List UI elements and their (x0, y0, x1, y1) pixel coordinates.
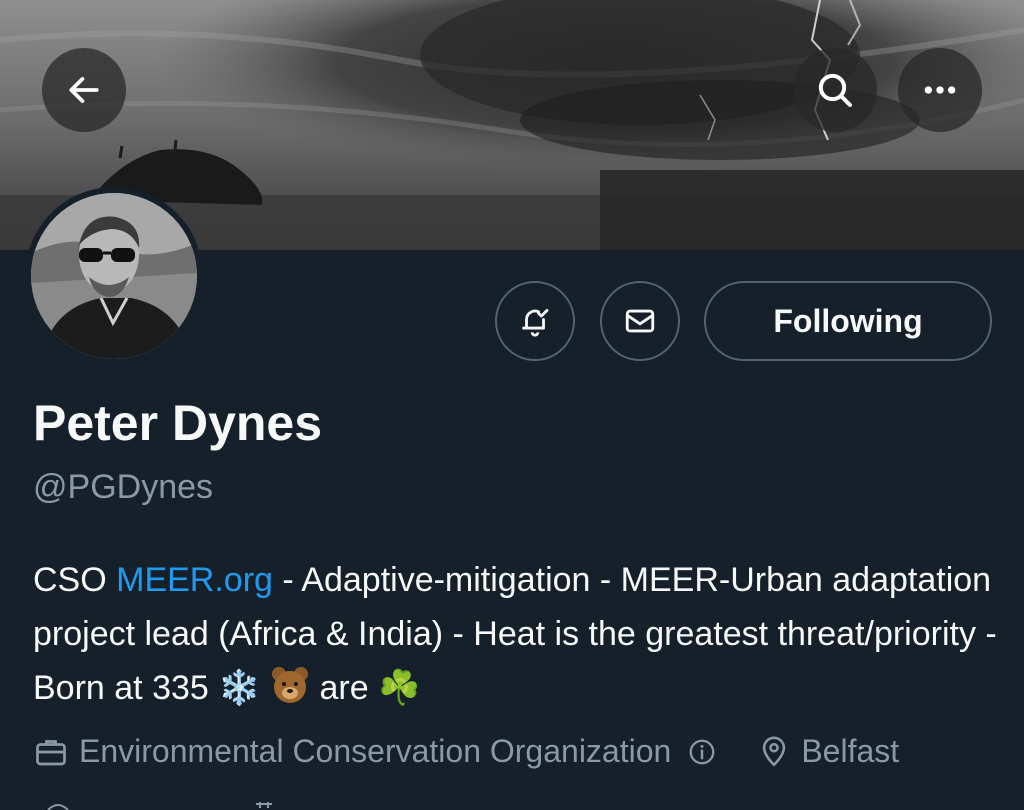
search-icon (818, 73, 852, 107)
arrow-left-icon (69, 77, 99, 103)
notifications-button[interactable] (495, 281, 575, 361)
message-button[interactable] (600, 281, 680, 361)
location-text: Belfast (801, 733, 900, 769)
briefcase-icon (36, 739, 66, 765)
bio-prefix: CSO (33, 561, 117, 599)
back-button[interactable] (42, 48, 126, 132)
link-icon-partial (47, 804, 69, 810)
bear-face-icon (272, 667, 309, 703)
avatar-image (31, 193, 197, 359)
info-icon[interactable] (687, 737, 717, 767)
profile-avatar[interactable] (25, 187, 203, 365)
shamrock-emoji: ☘️ (378, 669, 421, 707)
snowflake-emoji: ❄️ (218, 669, 261, 707)
following-button[interactable]: Following (704, 281, 992, 361)
location-pin-icon (763, 736, 786, 766)
category-text[interactable]: Environmental Conservation Organization (79, 733, 671, 770)
search-button[interactable] (793, 48, 877, 132)
bio-link[interactable]: MEER.org (116, 561, 273, 599)
following-button-label: Following (773, 302, 923, 339)
bell-check-icon (522, 308, 549, 337)
calendar-icon-partial (256, 802, 272, 808)
profile-name: Peter Dynes (33, 395, 323, 451)
profile-meta: Environmental Conservation Organization … (33, 733, 899, 770)
avatar-photo (31, 193, 197, 359)
profile-handle: @PGDynes (33, 468, 214, 506)
category-item: Environmental Conservation Organization (33, 733, 717, 770)
bear-emoji: 🐻 (270, 667, 310, 707)
more-button[interactable] (898, 48, 982, 132)
location-item: Belfast (757, 733, 899, 770)
more-horizontal-icon (924, 86, 956, 94)
profile-bio: CSO MEER.org - Adaptive-mitigation - MEE… (33, 553, 1003, 715)
bio-word: are (310, 669, 379, 707)
mail-icon (625, 309, 655, 333)
